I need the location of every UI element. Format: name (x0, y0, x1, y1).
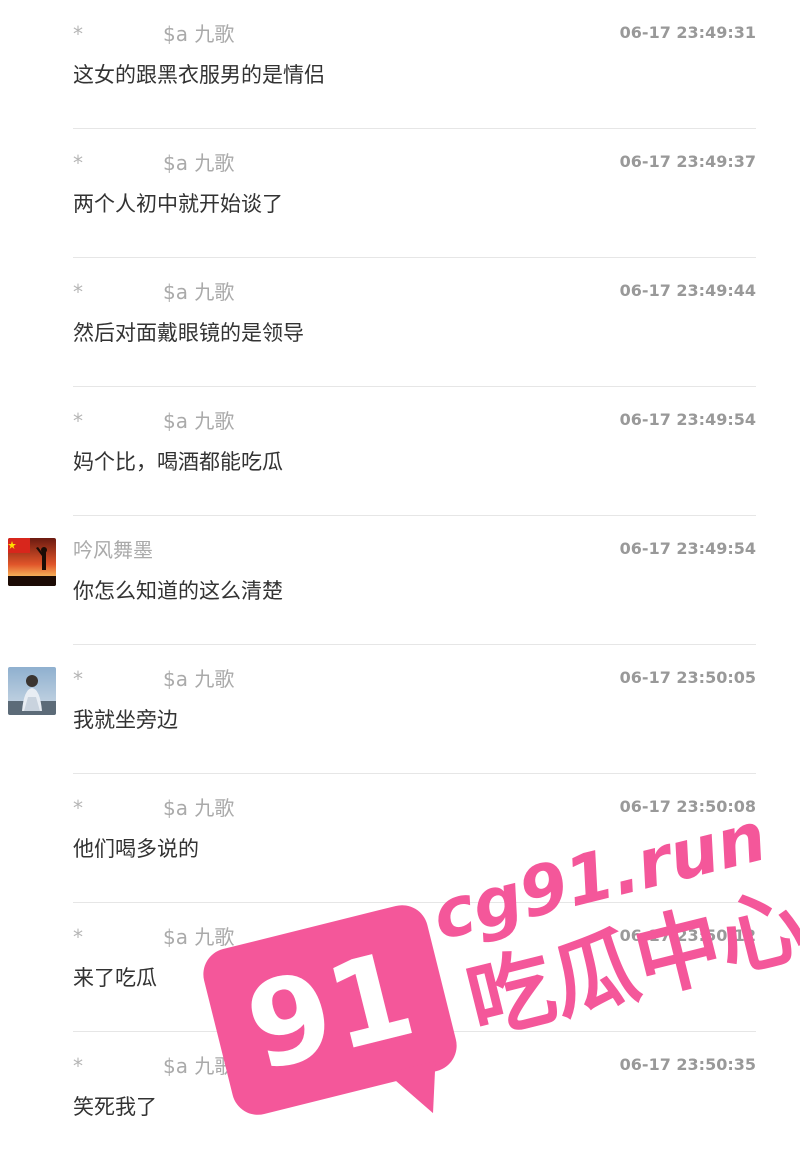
sender-name-text: $a 九歌 (163, 1054, 235, 1078)
message-timestamp: 06-17 23:50:35 (619, 1055, 756, 1074)
message-text: 他们喝多说的 (73, 837, 199, 861)
sender-name[interactable]: * $a 九歌 (73, 149, 234, 177)
message-timestamp: 06-17 23:50:08 (619, 797, 756, 816)
message-text: 来了吃瓜 (73, 966, 157, 990)
sender-name-text: $a 九歌 (163, 151, 235, 175)
sender-name-text: 吟风舞墨 (73, 538, 153, 562)
message-text: 两个人初中就开始谈了 (73, 192, 283, 216)
sender-name-text: $a 九歌 (163, 22, 235, 46)
chat-message: * $a 九歌 06-17 23:49:37 两个人初中就开始谈了 (0, 129, 800, 258)
chat-message: * $a 九歌 06-17 23:50:05 我就坐旁边 (0, 645, 800, 774)
sender-name[interactable]: 吟风舞墨 (73, 536, 153, 564)
message-text: 然后对面戴眼镜的是领导 (73, 321, 304, 345)
message-timestamp: 06-17 23:50:12 (619, 926, 756, 945)
sender-star: * (73, 409, 83, 433)
person-photo-avatar-image (8, 667, 56, 715)
sender-name[interactable]: * $a 九歌 (73, 278, 234, 306)
sender-name[interactable]: * $a 九歌 (73, 794, 234, 822)
sender-name-text: $a 九歌 (163, 667, 235, 691)
sender-name-text: $a 九歌 (163, 280, 235, 304)
sender-star: * (73, 22, 83, 46)
sender-star: * (73, 667, 83, 691)
sender-name[interactable]: * $a 九歌 (73, 923, 234, 951)
message-timestamp: 06-17 23:49:31 (619, 23, 756, 42)
message-text: 这女的跟黑衣服男的是情侣 (73, 63, 325, 87)
message-timestamp: 06-17 23:50:05 (619, 668, 756, 687)
message-timestamp: 06-17 23:49:37 (619, 152, 756, 171)
sender-star: * (73, 151, 83, 175)
sender-name[interactable]: * $a 九歌 (73, 1052, 234, 1080)
message-timestamp: 06-17 23:49:44 (619, 281, 756, 300)
message-text: 我就坐旁边 (73, 708, 178, 732)
chat-message: * $a 九歌 06-17 23:50:08 他们喝多说的 (0, 774, 800, 903)
sender-name-text: $a 九歌 (163, 925, 235, 949)
message-timestamp: 06-17 23:49:54 (619, 539, 756, 558)
chat-message: * $a 九歌 06-17 23:49:54 妈个比，喝酒都能吃瓜 (0, 387, 800, 516)
sender-star: * (73, 280, 83, 304)
message-text: 妈个比，喝酒都能吃瓜 (73, 450, 283, 474)
chat-message: * $a 九歌 06-17 23:49:44 然后对面戴眼镜的是领导 (0, 258, 800, 387)
message-text: 笑死我了 (73, 1095, 157, 1119)
flag-sunset-avatar-image (8, 538, 56, 586)
sender-star: * (73, 796, 83, 820)
chat-message: * $a 九歌 06-17 23:50:12 来了吃瓜 (0, 903, 800, 1032)
chat-message: * $a 九歌 06-17 23:49:31 这女的跟黑衣服男的是情侣 (0, 0, 800, 129)
sender-name-text: $a 九歌 (163, 409, 235, 433)
sender-name-text: $a 九歌 (163, 796, 235, 820)
sender-name[interactable]: * $a 九歌 (73, 407, 234, 435)
sender-star: * (73, 925, 83, 949)
message-timestamp: 06-17 23:49:54 (619, 410, 756, 429)
chat-feed: * $a 九歌 06-17 23:49:31 这女的跟黑衣服男的是情侣 * $a 九… (0, 0, 800, 1161)
sender-star: * (73, 1054, 83, 1078)
message-text: 你怎么知道的这么清楚 (73, 579, 283, 603)
chat-message: * $a 九歌 06-17 23:50:35 笑死我了 (0, 1032, 800, 1161)
avatar[interactable] (8, 667, 56, 715)
sender-name[interactable]: * $a 九歌 (73, 20, 234, 48)
sender-name[interactable]: * $a 九歌 (73, 665, 234, 693)
chat-message: 吟风舞墨 06-17 23:49:54 你怎么知道的这么清楚 (0, 516, 800, 645)
avatar[interactable] (8, 538, 56, 586)
